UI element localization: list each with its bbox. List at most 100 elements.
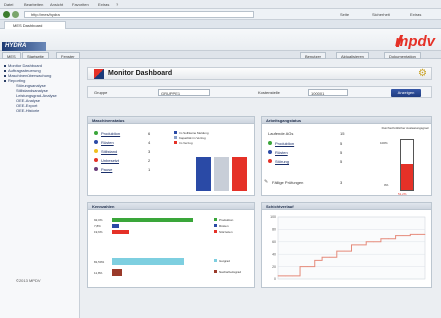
series-point (277, 275, 279, 277)
nav-tab-mes[interactable]: MES (2, 52, 21, 59)
show-button[interactable]: Anzeigen (391, 89, 421, 97)
legend-label: Gutgrad (219, 258, 230, 263)
key-figure-bar (112, 269, 123, 276)
legend-label: Rüsten (219, 223, 229, 228)
key-figure-label: 7,8% (94, 224, 101, 228)
work-order-value: 5 (340, 158, 343, 164)
nav-right-refresh[interactable]: Aktualisieren (336, 52, 369, 59)
series-point (292, 275, 294, 277)
key-figure-bar (112, 230, 130, 234)
running-ops-label: Laufende AGs (268, 131, 294, 136)
status-value: 1 (148, 166, 151, 172)
shift-trend-title: Schichtverlauf (262, 203, 431, 210)
browser-navbar: http://mes/hydra Seite Sicherheit Extras (0, 9, 441, 20)
machine-status-panel: Maschinenstatus Produktion 6 Rüsten 4 Stills… (87, 116, 255, 196)
app-nav-row: MES Startseite Fenster Benutzer Aktualis… (0, 51, 441, 59)
series-point (314, 260, 316, 261)
toolbar-page[interactable]: Seite (340, 12, 349, 17)
y-tick-label: 60 (272, 240, 276, 244)
work-order-value: 5 (340, 140, 343, 146)
inspections-value: 3 (340, 180, 343, 185)
sidebar-footer: ©2013 MPDV (16, 278, 41, 283)
filter-group-select[interactable]: GRUPPE1 (158, 89, 210, 96)
nav-tab-window[interactable]: Fenster (56, 52, 80, 59)
menu-item-edit[interactable]: Bearbeiten (24, 2, 43, 7)
main-content: Monitor Dashboard ⚙ Gruppe GRUPPE1 Koste… (80, 59, 441, 318)
toolbar-security[interactable]: Sicherheit (372, 12, 390, 17)
nav-right-docs[interactable]: Dokumentation (384, 52, 421, 59)
nav-tab-start[interactable]: Startseite (22, 52, 49, 59)
series-point (343, 250, 345, 252)
filter-costcenter-select[interactable]: 100001 (308, 89, 348, 96)
menu-item-favorites[interactable]: Favoriten (72, 2, 89, 7)
forward-icon[interactable] (12, 11, 19, 18)
legend-label: Im Verzug (179, 140, 193, 145)
series-point (358, 244, 360, 246)
filter-costcenter-label: Kostenstelle (258, 90, 280, 95)
series-point (424, 233, 426, 235)
sidebar-item[interactable]: OEE-Historie (16, 108, 39, 113)
nav-right-user[interactable]: Benutzer (300, 52, 327, 59)
legend-swatch (214, 230, 217, 233)
hydra-logo: HYDRA (2, 42, 46, 51)
sidebar-bullet-icon (4, 70, 6, 72)
settings-gear-icon[interactable]: ⚙ (418, 69, 427, 79)
machine-status-title: Maschinenstatus (88, 117, 254, 124)
series-point (299, 266, 301, 267)
status-label[interactable]: Unbesetzt (101, 158, 119, 163)
series-point (373, 241, 374, 243)
legend-swatch (174, 131, 177, 134)
gauge-fill (401, 164, 413, 190)
machine-status-bar (232, 157, 247, 191)
address-bar[interactable]: http://mes/hydra (24, 11, 254, 18)
browser-tab[interactable]: MES Dashboard (4, 21, 66, 29)
app-header: HYDRA mpdv (0, 29, 441, 51)
legend-swatch (214, 270, 217, 273)
running-ops-value: 15 (340, 131, 345, 136)
status-value: 6 (148, 130, 151, 136)
work-order-dot-icon (268, 150, 272, 154)
series-point (321, 256, 323, 258)
dashboard-icon (94, 69, 104, 79)
series-point (336, 250, 338, 252)
page-title: Monitor Dashboard (108, 70, 173, 77)
work-order-label[interactable]: Produktion (275, 141, 294, 146)
work-order-label[interactable]: Störung (275, 159, 289, 164)
work-order-title: Arbeitsgangstatus (262, 117, 431, 124)
legend-label: Produktion (219, 217, 234, 222)
work-order-label[interactable]: Rüsten (275, 150, 288, 155)
work-order-dot-icon (268, 141, 272, 145)
utilization-gauge (400, 139, 414, 191)
key-figure-label: 19,6% (94, 230, 103, 234)
status-label[interactable]: Stillstand (101, 149, 117, 154)
gauge-readout: 51,2% (398, 192, 407, 196)
sidebar-bullet-icon (4, 75, 6, 77)
legend-swatch (214, 259, 217, 262)
status-value: 2 (148, 157, 151, 163)
sidebar-bullet-icon (4, 65, 6, 67)
series-point (417, 233, 419, 235)
gauge-title: Durchschnittlicher Auslastungsgrad (381, 126, 429, 130)
work-order-panel: Arbeitsgangstatus Laufende AGs 15 Produk… (261, 116, 432, 196)
series-point (409, 233, 411, 235)
back-icon[interactable] (3, 11, 10, 18)
y-tick-label: 80 (272, 228, 276, 232)
series-point (387, 238, 389, 240)
y-tick-label: 20 (272, 265, 276, 269)
gauge-top-label: 100% (380, 141, 388, 145)
toolbar-extras[interactable]: Extras (410, 12, 421, 17)
menu-item-file[interactable]: Datei (4, 2, 13, 7)
menu-item-help[interactable]: ? (116, 2, 118, 7)
series-point (307, 266, 308, 267)
menu-item-extras[interactable]: Extras (98, 2, 109, 7)
status-label[interactable]: Produktion (101, 131, 120, 136)
legend-label: Im Soll/keine Meldung (179, 130, 209, 135)
shift-trend-chart: 100 80 60 40 20 0 (270, 215, 426, 281)
status-dot-icon (94, 149, 98, 153)
gauge-bottom-label: 0% (384, 183, 389, 187)
status-label[interactable]: Pause (101, 167, 112, 172)
status-label[interactable]: Rüsten (101, 140, 114, 145)
menu-item-view[interactable]: Ansicht (50, 2, 63, 7)
series-point (284, 275, 286, 277)
legend-label: Nacharbeitsgrad (219, 269, 242, 274)
